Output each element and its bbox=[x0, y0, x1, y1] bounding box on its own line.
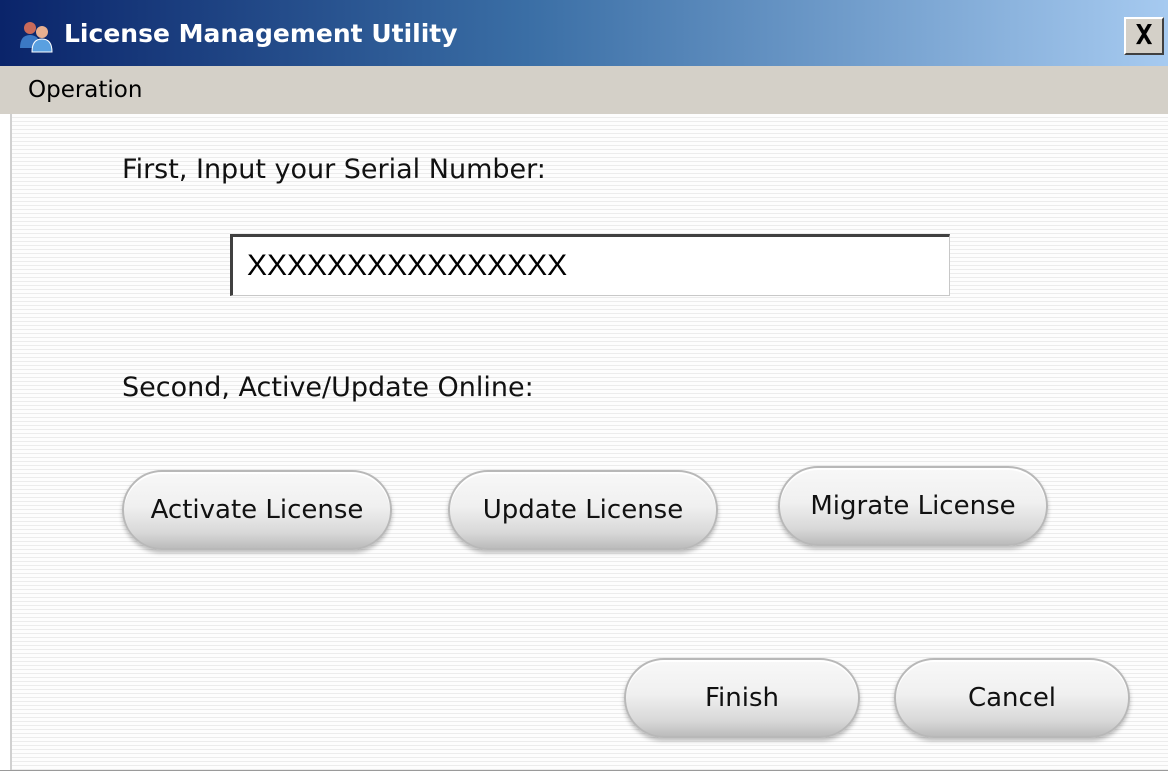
serial-number-label: First, Input your Serial Number: bbox=[122, 154, 546, 185]
menu-bar: Operation bbox=[0, 66, 1168, 114]
update-license-button[interactable]: Update License bbox=[448, 470, 718, 550]
finish-button[interactable]: Finish bbox=[624, 658, 860, 738]
license-utility-window: License Management Utility X Operation F… bbox=[0, 0, 1168, 771]
app-users-icon bbox=[20, 22, 53, 53]
migrate-license-button[interactable]: Migrate License bbox=[778, 466, 1048, 546]
title-bar[interactable]: License Management Utility X bbox=[0, 0, 1168, 66]
menu-item-operation[interactable]: Operation bbox=[28, 74, 142, 106]
serial-number-input[interactable] bbox=[230, 234, 950, 296]
cancel-button[interactable]: Cancel bbox=[894, 658, 1130, 738]
online-activation-label: Second, Active/Update Online: bbox=[122, 372, 534, 403]
activate-license-button[interactable]: Activate License bbox=[122, 470, 392, 550]
main-panel: First, Input your Serial Number: Second,… bbox=[10, 114, 1168, 770]
close-button[interactable]: X bbox=[1124, 17, 1164, 55]
window-title: License Management Utility bbox=[64, 19, 458, 48]
